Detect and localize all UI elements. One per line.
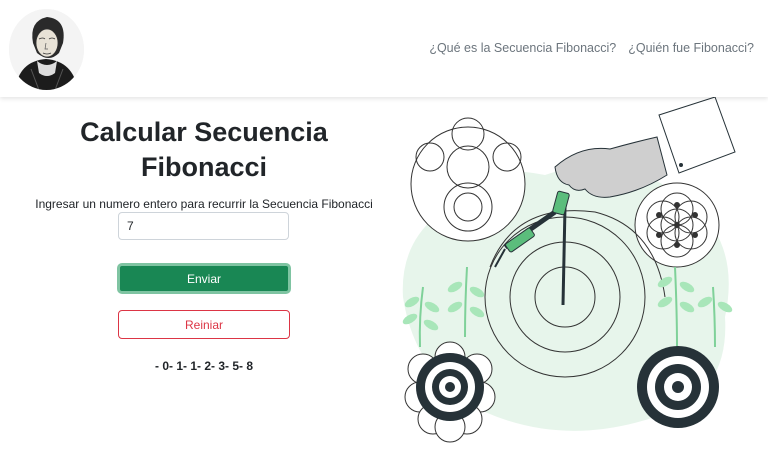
reset-button[interactable]: Reiniar bbox=[118, 310, 290, 339]
hand-illustration bbox=[554, 96, 736, 198]
nav-links: ¿Qué es la Secuencia Fibonacci? ¿Quién f… bbox=[429, 41, 754, 55]
input-label: Ingresar un numero entero para recurrir … bbox=[35, 197, 373, 211]
illustration-svg bbox=[402, 96, 736, 443]
flower-target-left bbox=[404, 341, 496, 443]
compass-illustration bbox=[395, 96, 768, 450]
nav-link-who-was[interactable]: ¿Quién fue Fibonacci? bbox=[628, 41, 754, 55]
navbar: ¿Qué es la Secuencia Fibonacci? ¿Quién f… bbox=[0, 0, 768, 97]
submit-button[interactable]: Enviar bbox=[117, 263, 291, 294]
nav-link-what-is[interactable]: ¿Qué es la Secuencia Fibonacci? bbox=[429, 41, 616, 55]
target-right bbox=[637, 346, 719, 428]
page-title: Calcular Secuencia Fibonacci bbox=[0, 115, 408, 185]
flower-pattern-right bbox=[634, 182, 720, 268]
title-line-2: Fibonacci bbox=[140, 152, 268, 182]
circle-pattern-left bbox=[410, 117, 526, 242]
fibonacci-portrait-logo[interactable] bbox=[9, 9, 84, 90]
calculator-section: Calcular Secuencia Fibonacci Ingresar un… bbox=[0, 97, 408, 450]
fibonacci-result: - 0- 1- 1- 2- 3- 5- 8 bbox=[154, 359, 254, 373]
portrait-image bbox=[9, 9, 84, 90]
title-line-1: Calcular Secuencia bbox=[80, 117, 328, 147]
number-input[interactable] bbox=[118, 212, 289, 240]
